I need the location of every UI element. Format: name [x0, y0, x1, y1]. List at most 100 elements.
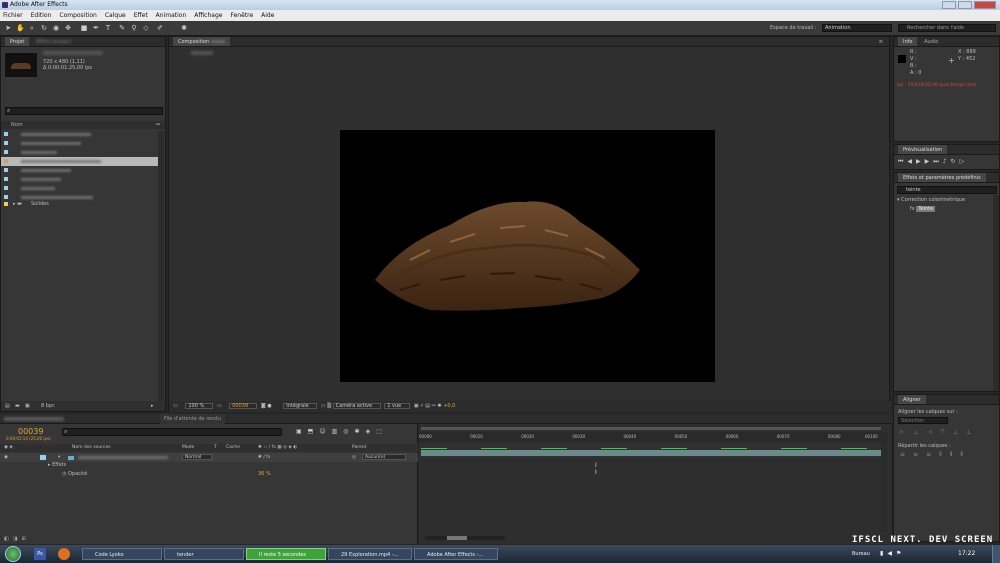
- distribute-hcenter-icon[interactable]: ⦀: [950, 451, 961, 458]
- column-parent[interactable]: Parent: [352, 444, 366, 452]
- effects-item[interactable]: fx Teinte: [910, 206, 936, 212]
- list-item[interactable]: [1, 175, 161, 184]
- desktop-toolbar-label[interactable]: Bureau: [852, 551, 870, 557]
- photoshop-taskbar-icon[interactable]: Ps: [34, 548, 46, 560]
- timeline-search-input[interactable]: ⌕: [62, 428, 282, 436]
- audio-icon[interactable]: ♪: [943, 158, 951, 165]
- tab-effets[interactable]: Effets (ocean): [31, 37, 76, 46]
- switches-icons[interactable]: ✱ ☆ ∕ fx ▦ ◎ ◈ ◐: [258, 444, 297, 452]
- rectangle-tool-icon[interactable]: ■: [80, 24, 88, 32]
- resolution-select[interactable]: Intégrale: [283, 402, 318, 409]
- layer-mode-select[interactable]: Normal: [182, 454, 212, 460]
- menu-effet[interactable]: Effet: [134, 12, 148, 19]
- tab-align[interactable]: Aligner: [898, 395, 926, 404]
- project-search-input[interactable]: ⌕: [5, 107, 163, 115]
- tab-projet[interactable]: Projet: [5, 37, 30, 46]
- toggle-switches-icon[interactable]: ◧: [4, 536, 13, 542]
- flag-icon[interactable]: ⚑: [896, 550, 905, 557]
- distribute-right-icon[interactable]: ⦀: [960, 451, 971, 458]
- workspace-select[interactable]: Animation: [822, 24, 892, 32]
- tab-effects-presets[interactable]: Effets et paramètres prédéfinis: [898, 173, 986, 182]
- comp-timecode[interactable]: 00039: [229, 402, 258, 409]
- last-frame-icon[interactable]: ⏭: [933, 158, 942, 165]
- visibility-icon[interactable]: ◉: [4, 453, 8, 462]
- opacity-value[interactable]: 36 %: [258, 471, 271, 477]
- tab-audio[interactable]: Audio: [919, 37, 943, 46]
- tab-preview[interactable]: Prévisualisation: [898, 145, 948, 154]
- composition-viewer[interactable]: [340, 130, 715, 382]
- menu-aide[interactable]: Aide: [261, 12, 274, 19]
- timeline-icon[interactable]: ▤: [425, 403, 430, 409]
- rotate-tool-icon[interactable]: ↻: [40, 24, 48, 32]
- project-scrollbar[interactable]: [158, 131, 164, 401]
- menu-animation[interactable]: Animation: [156, 12, 187, 19]
- text-tool-icon[interactable]: T: [104, 24, 112, 32]
- distribute-left-icon[interactable]: ⦀: [939, 451, 950, 458]
- brainstorm-icon[interactable]: ✱: [355, 428, 366, 435]
- list-item[interactable]: [1, 130, 161, 139]
- exposure-icon[interactable]: ✺: [437, 403, 441, 409]
- next-frame-icon[interactable]: ▶: [925, 158, 934, 165]
- new-composition-icon[interactable]: ▣: [25, 401, 30, 411]
- timeline-scrollbar[interactable]: [881, 432, 887, 532]
- selection-tool-icon[interactable]: ➤: [4, 24, 12, 32]
- timeline-zoom-slider[interactable]: [425, 536, 505, 540]
- frame-blending-icon[interactable]: ▥: [332, 428, 344, 435]
- minimize-button[interactable]: [942, 1, 956, 9]
- toggle-pixel-icon[interactable]: ▣: [414, 403, 419, 409]
- always-preview-icon[interactable]: ▭: [173, 403, 178, 409]
- zoom-select[interactable]: 100 %: [185, 402, 214, 409]
- graph-editor-icon[interactable]: ⬚: [376, 428, 388, 435]
- panel-menu-icon[interactable]: ≡: [879, 37, 883, 47]
- close-button[interactable]: [974, 1, 996, 9]
- loop-icon[interactable]: ↻: [951, 158, 960, 165]
- column-mode[interactable]: Mode: [182, 444, 194, 452]
- menu-fenetre[interactable]: Fenêtre: [230, 12, 253, 19]
- column-source-name[interactable]: Nom des sources: [72, 444, 111, 452]
- views-select[interactable]: 1 vue: [384, 402, 411, 409]
- new-folder-icon[interactable]: ▬: [15, 401, 20, 411]
- layer-duration-bar[interactable]: [421, 450, 881, 456]
- taskbar-item-tender[interactable]: tender: [164, 548, 244, 560]
- motion-blur-icon[interactable]: ◎: [343, 428, 354, 435]
- delete-icon[interactable]: ▸: [151, 401, 154, 411]
- tab-composition[interactable]: Composition ▬▬▬: [173, 37, 231, 46]
- flowchart-view-icon[interactable]: ⚯: [432, 403, 436, 409]
- list-item[interactable]: [1, 139, 161, 148]
- ram-preview-icon[interactable]: ▷: [960, 158, 969, 165]
- timeline-timecode[interactable]: 00039: [18, 427, 43, 436]
- expand-arrow-icon[interactable]: ▾: [58, 453, 60, 462]
- taskbar-item-code-lyoko[interactable]: Code Lyoko: [82, 548, 162, 560]
- layer-name[interactable]: [78, 456, 168, 459]
- menu-composition[interactable]: Composition: [59, 12, 96, 19]
- taskbar-item-after-effects[interactable]: Adobe After Effects -...: [414, 548, 498, 560]
- volume-icon[interactable]: ◀: [887, 550, 896, 557]
- stopwatch-icon[interactable]: ◷: [62, 471, 66, 477]
- show-desktop-button[interactable]: [992, 545, 1000, 563]
- list-item[interactable]: [1, 166, 161, 175]
- auto-keyframe-icon[interactable]: ◈: [366, 428, 377, 435]
- menu-edition[interactable]: Edition: [31, 12, 52, 19]
- hand-tool-icon[interactable]: ✋: [16, 24, 25, 32]
- layer-label-color[interactable]: [40, 455, 46, 460]
- shy-layers-icon[interactable]: ☺: [319, 428, 331, 435]
- pan-behind-tool-icon[interactable]: ✥: [64, 24, 72, 32]
- transparency-grid-icon[interactable]: ▒: [327, 403, 331, 409]
- tab-timeline-comp[interactable]: [4, 417, 64, 421]
- tab-info[interactable]: Info: [898, 37, 918, 46]
- av-switches-icon[interactable]: ◉ ◈: [4, 444, 13, 452]
- distribute-vcenter-icon[interactable]: ≡: [913, 451, 926, 458]
- safe-zones-icon[interactable]: ▭: [217, 403, 222, 409]
- list-item[interactable]: [1, 184, 161, 193]
- time-ruler[interactable]: [419, 432, 885, 442]
- align-target-select[interactable]: Sélection: [898, 417, 948, 424]
- fast-preview-icon[interactable]: ⚡: [420, 403, 424, 409]
- bpc-label[interactable]: 8 bpc: [41, 401, 55, 411]
- menu-calque[interactable]: Calque: [105, 12, 126, 19]
- work-area-bar[interactable]: [421, 427, 881, 430]
- clone-stamp-tool-icon[interactable]: ⚲: [130, 24, 138, 32]
- column-t[interactable]: T: [214, 444, 217, 452]
- align-hcenter-icon[interactable]: ⊥: [913, 429, 926, 436]
- layer-switches[interactable]: ✱ ∕ fx: [258, 453, 270, 462]
- maximize-button[interactable]: [958, 1, 972, 9]
